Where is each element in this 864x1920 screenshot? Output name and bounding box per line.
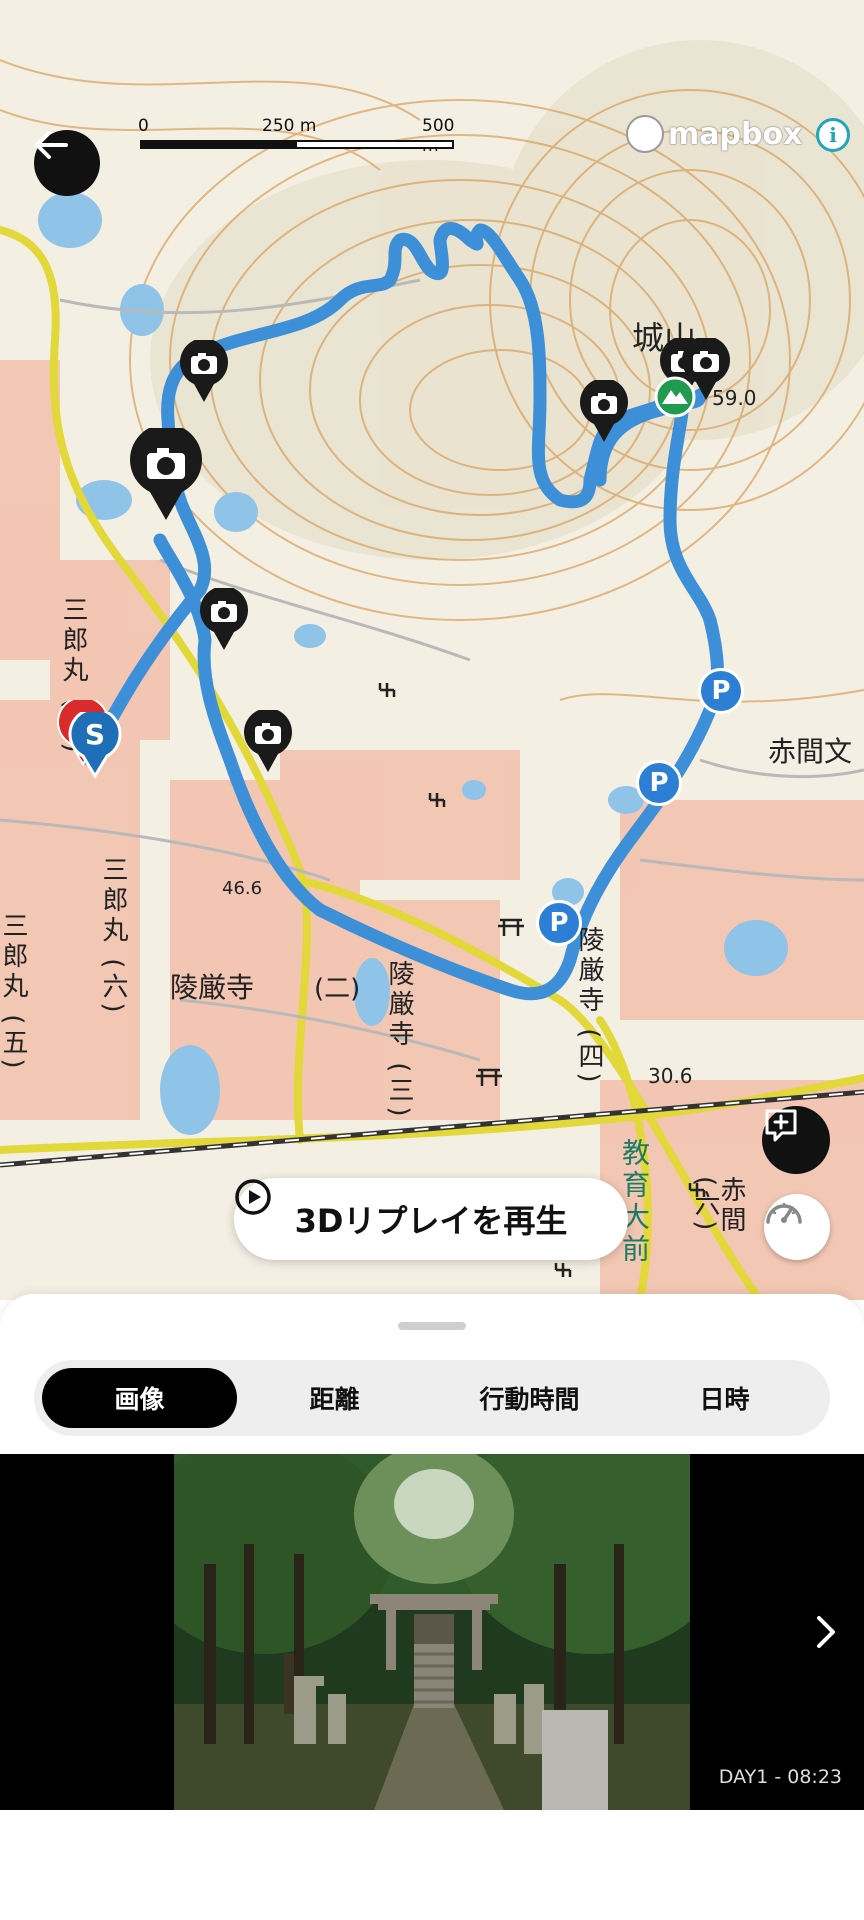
comment-add-icon (765, 1109, 797, 1142)
scale-tick-500: 500 m (422, 116, 455, 156)
replay-3d-button[interactable]: 3Dリプレイを再生 (234, 1178, 628, 1260)
label-saburomaru-5: 三郎丸 (五) (0, 912, 28, 1073)
play-circle-icon (235, 1179, 271, 1215)
segment-tabs: 画像 距離 行動時間 日時 (34, 1360, 830, 1436)
parking-marker[interactable]: P (698, 668, 744, 714)
replay-3d-label: 3Dリプレイを再生 (294, 1202, 568, 1240)
label-elevation-46: 46.6 (222, 878, 263, 899)
parking-marker[interactable]: P (536, 900, 582, 946)
tab-activity-time[interactable]: 行動時間 (432, 1368, 627, 1428)
photo-timestamp: DAY1 - 08:23 (718, 1766, 842, 1788)
photo-carousel[interactable]: DAY1 - 08:23 (0, 1454, 864, 1810)
camera-pin-icon (180, 340, 228, 402)
label-saburomaru-6: 三郎丸 (六) (98, 856, 128, 1017)
mapbox-logo-text: mapbox (668, 116, 803, 152)
back-button[interactable] (34, 130, 100, 196)
label-akama-bun: 赤間文 (768, 735, 853, 768)
tab-images[interactable]: 画像 (42, 1368, 237, 1428)
add-comment-button[interactable] (762, 1106, 830, 1174)
next-photo-button[interactable] (808, 1612, 844, 1652)
shrine-photo-image (174, 1454, 690, 1810)
tab-distance[interactable]: 距離 (237, 1368, 432, 1428)
mapbox-logo-icon (626, 115, 664, 153)
tab-datetime[interactable]: 日時 (627, 1368, 822, 1428)
chevron-right-icon (817, 1616, 835, 1648)
arrow-left-icon (35, 131, 68, 159)
start-marker-label: S (84, 718, 106, 751)
start-marker[interactable]: S (68, 712, 122, 778)
label-akama-6: 赤間 (六) (690, 1176, 746, 1236)
app-root: 城山 59.0 赤間文 三郎丸 (四) 三郎丸 (六) 三郎丸 (五) 陵厳寺 … (0, 0, 864, 1920)
info-icon[interactable]: i (816, 118, 850, 152)
activity-photo[interactable] (174, 1454, 690, 1810)
parking-marker[interactable]: P (636, 760, 682, 806)
mapbox-logo: mapbox (626, 114, 802, 154)
speedometer-icon (766, 1202, 802, 1224)
speed-button[interactable] (764, 1194, 830, 1260)
scale-tick-250: 250 m (262, 116, 317, 136)
camera-pin-icon (200, 588, 248, 650)
camera-pin-icon (580, 380, 628, 442)
scale-bar-graphic (140, 140, 454, 149)
map-view[interactable]: 城山 59.0 赤間文 三郎丸 (四) 三郎丸 (六) 三郎丸 (五) 陵厳寺 … (0, 0, 864, 1300)
label-ryogonji-4: 陵厳寺 (四) (574, 926, 604, 1087)
camera-pin-icon (130, 428, 202, 520)
label-ryogonji: 陵厳寺 (170, 971, 255, 1004)
bottom-sheet: 画像 距離 行動時間 日時 DAY1 - 08:23 (0, 1294, 864, 1920)
scale-tick-0: 0 (138, 116, 149, 136)
sheet-drag-handle[interactable] (398, 1322, 466, 1330)
map-canvas (0, 40, 864, 1300)
mountain-icon (654, 376, 696, 418)
camera-pin-icon (244, 710, 292, 772)
label-ryogonji-3: 陵厳寺 (三) (384, 960, 414, 1121)
label-elevation-30: 30.6 (648, 1064, 693, 1088)
label-ryogonji-2: (二) (314, 974, 361, 1004)
scale-bar: 0 250 m 500 m (138, 116, 456, 156)
